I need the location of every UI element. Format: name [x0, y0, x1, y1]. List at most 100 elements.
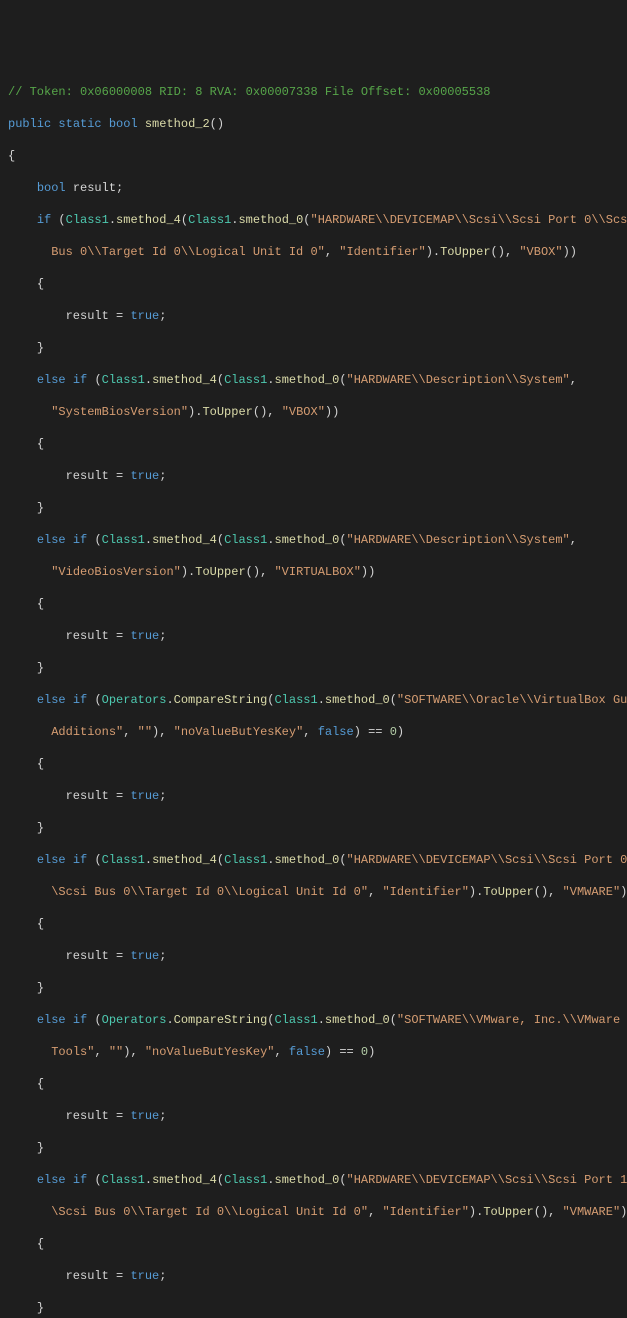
cls: Operators [102, 693, 167, 707]
dot: . [109, 213, 116, 227]
rp: ) [620, 885, 627, 899]
cls: Class1 [66, 213, 109, 227]
m4: smethod_4 [152, 853, 217, 867]
true: true [130, 949, 159, 963]
cls: Class1 [224, 533, 267, 547]
rp: ) [123, 1045, 130, 1059]
true: true [130, 1109, 159, 1123]
c: , [123, 725, 130, 739]
cls: Class1 [102, 533, 145, 547]
str: \Scsi Bus 0\\Target Id 0\\Logical Unit I… [51, 885, 368, 899]
dot: . [166, 693, 173, 707]
str: "HARDWARE\\Description\\System" [347, 533, 570, 547]
decl-line: bool result; [8, 180, 627, 196]
eq: = [116, 1269, 123, 1283]
assign-line: result = true; [8, 788, 627, 804]
toupper: ToUpper [440, 245, 490, 259]
kw-else: else [37, 693, 66, 707]
lp: ( [94, 533, 101, 547]
semi: ; [159, 1269, 166, 1283]
lp: ( [94, 373, 101, 387]
c: , [267, 405, 274, 419]
m0: smethod_0 [238, 213, 303, 227]
str: "Identifier" [382, 1205, 468, 1219]
dot: . [145, 853, 152, 867]
c: , [260, 565, 267, 579]
brace: { [8, 1236, 627, 1252]
elseif-7b: \Scsi Bus 0\\Target Id 0\\Logical Unit I… [8, 1204, 627, 1220]
if-line-1b: Bus 0\\Target Id 0\\Logical Unit Id 0", … [8, 244, 627, 260]
dot: . [267, 533, 274, 547]
rp: ) [563, 245, 570, 259]
elseif-6b: Tools", ""), "noValueButYesKey", false) … [8, 1044, 627, 1060]
brace: } [8, 980, 627, 996]
str: "SOFTWARE\\Oracle\\VirtualBox Guest [397, 693, 627, 707]
kw-else: else [37, 533, 66, 547]
lp: ( [339, 533, 346, 547]
elseif-3: else if (Class1.smethod_4(Class1.smethod… [8, 532, 627, 548]
brace: } [37, 981, 44, 995]
brace: } [8, 500, 627, 516]
elseif-3b: "VideoBiosVersion").ToUpper(), "VIRTUALB… [8, 564, 627, 580]
false: false [318, 725, 354, 739]
brace: { [37, 277, 44, 291]
assign-line: result = true; [8, 308, 627, 324]
kw-bool: bool [37, 181, 66, 195]
str: Additions" [51, 725, 123, 739]
lp: ( [217, 533, 224, 547]
kw-if: if [73, 1013, 87, 1027]
rp: ) [570, 245, 577, 259]
assign-line: result = true; [8, 1108, 627, 1124]
str: "HARDWARE\\DEVICEMAP\\Scsi\\Scsi Port 0\ [347, 853, 627, 867]
m4: smethod_4 [152, 373, 217, 387]
num: 0 [361, 1045, 368, 1059]
c: , [570, 373, 577, 387]
brace: { [37, 437, 44, 451]
c: , [274, 1045, 281, 1059]
lp: ( [217, 1173, 224, 1187]
dot: . [318, 693, 325, 707]
var: result [66, 1269, 109, 1283]
dot: . [318, 1013, 325, 1027]
var: result [66, 789, 109, 803]
rp: ) [152, 725, 159, 739]
rp: ) [325, 1045, 332, 1059]
elseif-7: else if (Class1.smethod_4(Class1.smethod… [8, 1172, 627, 1188]
brace: { [8, 276, 627, 292]
str: "Identifier" [382, 885, 468, 899]
rp: ) [426, 245, 433, 259]
lp: ( [491, 245, 498, 259]
dot: . [476, 885, 483, 899]
rp: ) [368, 1045, 375, 1059]
method-signature: public static bool smethod_2() [8, 116, 627, 132]
str: "VBOX" [519, 245, 562, 259]
eq: = [116, 789, 123, 803]
if-line-1: if (Class1.smethod_4(Class1.smethod_0("H… [8, 212, 627, 228]
cls: Class1 [224, 853, 267, 867]
lp: ( [253, 405, 260, 419]
toupper: ToUpper [195, 565, 245, 579]
code-block: // Token: 0x06000008 RID: 8 RVA: 0x00007… [8, 68, 627, 1318]
str: "Identifier" [339, 245, 425, 259]
lp: ( [390, 693, 397, 707]
eq: = [116, 469, 123, 483]
str: "VIRTUALBOX" [274, 565, 360, 579]
kw-public: public [8, 117, 51, 131]
semi: ; [159, 949, 166, 963]
var: result [66, 309, 109, 323]
kw-if: if [37, 213, 51, 227]
var: result [66, 469, 109, 483]
lp: ( [339, 373, 346, 387]
brace: { [37, 917, 44, 931]
rp: ) [498, 245, 505, 259]
cls: Class1 [188, 213, 231, 227]
lp: ( [181, 213, 188, 227]
assign-line: result = true; [8, 948, 627, 964]
rp: ) [181, 565, 188, 579]
kw-else: else [37, 373, 66, 387]
var-name: result [73, 181, 116, 195]
lp: ( [94, 1013, 101, 1027]
kw-if: if [73, 373, 87, 387]
kw-else: else [37, 853, 66, 867]
str: "noValueButYesKey" [174, 725, 304, 739]
